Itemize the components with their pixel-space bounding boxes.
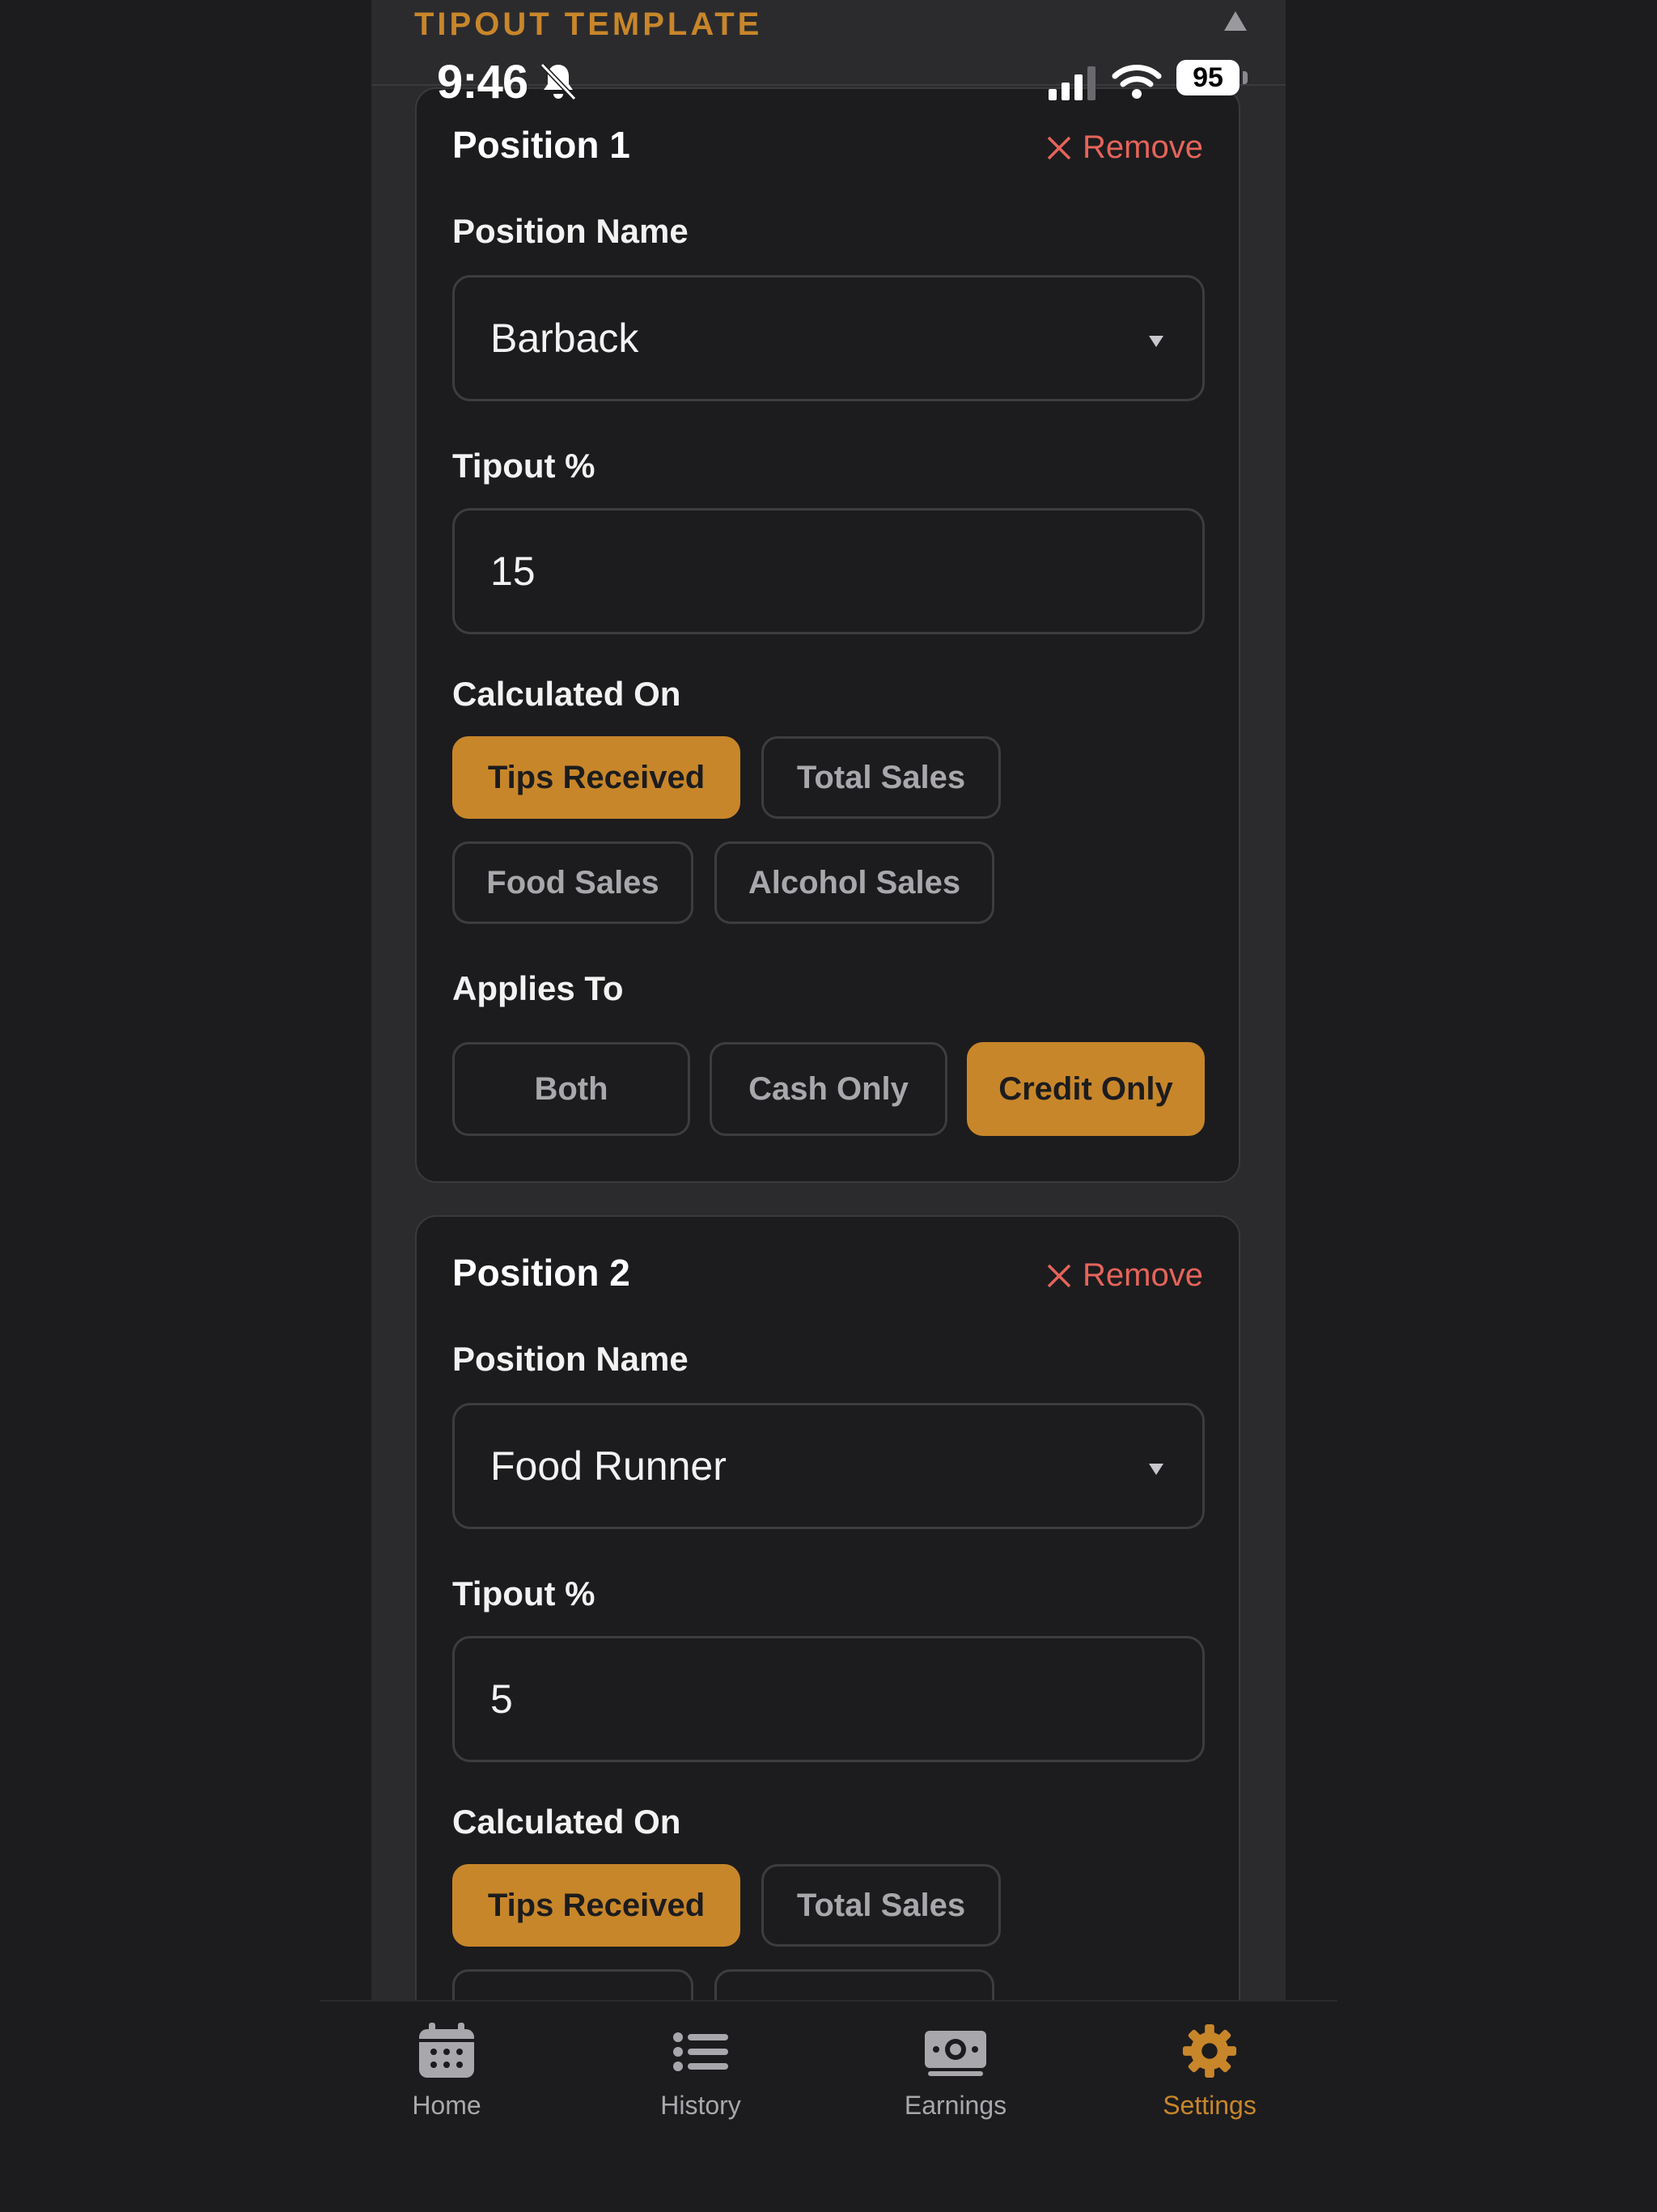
- collapse-arrow-icon[interactable]: [1224, 11, 1247, 31]
- battery-level: 95: [1176, 60, 1240, 95]
- status-bar: 9:46 95: [437, 52, 1248, 113]
- position-name-label: Position Name: [452, 1340, 689, 1378]
- tab-history[interactable]: History: [620, 2023, 782, 2121]
- tipout-label: Tipout %: [452, 447, 595, 485]
- wifi-icon: [1112, 65, 1162, 99]
- tipout-value: 5: [490, 1676, 513, 1722]
- position-card-1: Position 1 Remove Position Name Barback …: [415, 87, 1240, 1183]
- remove-label: Remove: [1083, 1257, 1203, 1293]
- tab-home[interactable]: Home: [366, 2023, 528, 2121]
- tab-label: Home: [412, 2091, 481, 2120]
- chip-total-sales[interactable]: Total Sales: [761, 736, 1001, 819]
- chip-alcohol-sales[interactable]: Alcohol Sales: [714, 841, 994, 924]
- position-title: Position 2: [452, 1252, 630, 1294]
- tab-label: Earnings: [904, 2091, 1007, 2120]
- position-name-label: Position Name: [452, 212, 689, 250]
- position-name-select[interactable]: Food Runner: [452, 1403, 1205, 1529]
- cellular-signal-icon: [1049, 66, 1095, 100]
- tab-label: Settings: [1163, 2091, 1257, 2120]
- position-name-value: Food Runner: [490, 1443, 727, 1489]
- chip-tips-received[interactable]: Tips Received: [452, 736, 740, 819]
- tipout-value: 15: [490, 549, 536, 594]
- tab-earnings[interactable]: Earnings: [875, 2023, 1036, 2121]
- tipout-label: Tipout %: [452, 1574, 595, 1612]
- position-name-value: Barback: [490, 316, 639, 361]
- status-time: 9:46: [437, 56, 528, 108]
- battery-tip: [1243, 71, 1248, 84]
- bottom-tab-bar: Home History Earnings Settings: [320, 2000, 1337, 2212]
- chevron-down-icon: [1149, 336, 1163, 347]
- remove-position-button[interactable]: Remove: [1047, 1257, 1203, 1294]
- position-title: Position 1: [452, 124, 630, 166]
- tipout-input[interactable]: 5: [452, 1636, 1205, 1762]
- close-icon: [1047, 1264, 1071, 1287]
- chip-cash-only[interactable]: Cash Only: [710, 1042, 947, 1136]
- gear-icon: [1182, 2023, 1237, 2079]
- position-card-2: Position 2 Remove Position Name Food Run…: [415, 1215, 1240, 2105]
- remove-label: Remove: [1083, 129, 1203, 165]
- calculated-on-label: Calculated On: [452, 675, 681, 713]
- chip-food-sales[interactable]: Food Sales: [452, 841, 693, 924]
- close-icon: [1047, 136, 1071, 159]
- chip-tips-received[interactable]: Tips Received: [452, 1864, 740, 1947]
- chip-credit-only[interactable]: Credit Only: [967, 1042, 1205, 1136]
- chip-total-sales[interactable]: Total Sales: [761, 1864, 1001, 1947]
- tipout-input[interactable]: 15: [452, 508, 1205, 634]
- applies-to-label: Applies To: [452, 969, 624, 1007]
- tab-settings[interactable]: Settings: [1129, 2023, 1290, 2121]
- list-icon: [673, 2032, 728, 2071]
- chip-both[interactable]: Both: [452, 1042, 690, 1136]
- section-title: TIPOUT TEMPLATE: [414, 6, 763, 42]
- remove-position-button[interactable]: Remove: [1047, 129, 1203, 166]
- calculated-on-label: Calculated On: [452, 1803, 681, 1841]
- tab-label: History: [660, 2091, 741, 2120]
- silent-bell-icon: [540, 62, 577, 101]
- money-icon: [925, 2031, 986, 2076]
- chevron-down-icon: [1149, 1464, 1163, 1475]
- calendar-icon: [419, 2023, 474, 2078]
- position-name-select[interactable]: Barback: [452, 275, 1205, 401]
